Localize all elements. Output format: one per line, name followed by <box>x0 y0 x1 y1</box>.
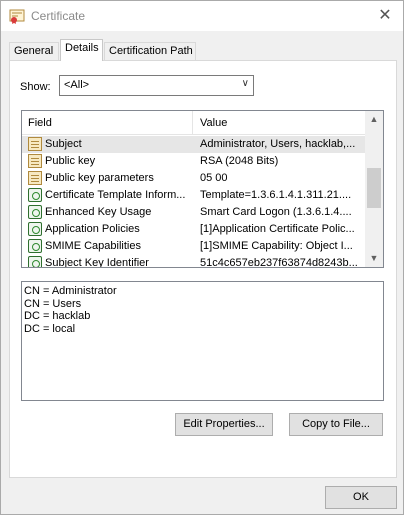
copy-to-file-button[interactable]: Copy to File... <box>289 413 383 436</box>
row-field: Subject <box>45 138 82 150</box>
list-row[interactable]: SMIME Capabilities [1]SMIME Capability: … <box>22 238 365 255</box>
details-panel: Show: <All> ∨ Field Value Subject Admini… <box>9 60 397 478</box>
row-field: SMIME Capabilities <box>45 240 141 252</box>
scroll-up-icon[interactable]: ▲ <box>365 111 383 128</box>
edit-properties-button[interactable]: Edit Properties... <box>175 413 273 436</box>
extension-icon <box>28 222 42 236</box>
scroll-down-icon[interactable]: ▼ <box>365 250 383 267</box>
window-title: Certificate <box>31 9 86 23</box>
row-value: Smart Card Logon (1.3.6.1.4.... <box>200 206 352 218</box>
fields-list[interactable]: Field Value Subject Administrator, Users… <box>21 110 384 268</box>
extension-icon <box>28 205 42 219</box>
tab-general[interactable]: General <box>9 42 59 61</box>
list-row[interactable]: Public key RSA (2048 Bits) <box>22 153 365 170</box>
list-row[interactable]: Certificate Template Inform... Template=… <box>22 187 365 204</box>
detail-line: CN = Users <box>24 297 82 310</box>
certificate-field-icon <box>28 137 42 151</box>
list-rows: Subject Administrator, Users, hacklab,..… <box>22 136 365 267</box>
row-field: Public key parameters <box>45 172 154 184</box>
row-value: RSA (2048 Bits) <box>200 155 279 167</box>
list-scrollbar[interactable]: ▲ ▼ <box>365 111 383 267</box>
detail-line: DC = hacklab <box>24 310 91 322</box>
show-label: Show: <box>20 81 51 93</box>
ok-button[interactable]: OK <box>325 486 397 509</box>
list-header: Field Value <box>22 111 365 135</box>
title-bar: Certificate ✕ <box>1 1 403 31</box>
row-value: [1]SMIME Capability: Object I... <box>200 240 353 252</box>
tab-details[interactable]: Details <box>60 39 103 61</box>
row-field: Subject Key Identifier <box>45 257 149 267</box>
certificate-window: Certificate ✕ General Details Certificat… <box>0 0 404 515</box>
list-row[interactable]: Application Policies [1]Application Cert… <box>22 221 365 238</box>
list-row[interactable]: Enhanced Key Usage Smart Card Logon (1.3… <box>22 204 365 221</box>
row-field: Certificate Template Inform... <box>45 189 186 201</box>
list-row[interactable]: Subject Administrator, Users, hacklab,..… <box>22 136 365 153</box>
list-row[interactable]: Subject Key Identifier 51c4c657eb237f638… <box>22 255 365 267</box>
row-field: Public key <box>45 155 96 167</box>
tab-certification-path[interactable]: Certification Path <box>104 42 196 61</box>
row-value: 05 00 <box>200 172 228 184</box>
scrollbar-thumb[interactable] <box>367 168 381 208</box>
certificate-icon <box>9 9 25 24</box>
close-icon[interactable]: ✕ <box>373 5 397 27</box>
chevron-down-icon: ∨ <box>241 78 249 89</box>
row-value: 51c4c657eb237f63874d8243b... <box>200 257 358 267</box>
column-header-value[interactable]: Value <box>194 111 364 135</box>
extension-icon <box>28 188 42 202</box>
row-value: [1]Application Certificate Polic... <box>200 223 355 235</box>
show-dropdown[interactable]: <All> ∨ <box>59 75 254 96</box>
row-field: Application Policies <box>45 223 140 235</box>
extension-icon <box>28 256 42 267</box>
row-value: Administrator, Users, hacklab,... <box>200 138 356 150</box>
detail-line: CN = Administrator <box>24 285 117 297</box>
column-header-field[interactable]: Field <box>22 111 193 135</box>
row-field: Enhanced Key Usage <box>45 206 152 218</box>
field-detail-box[interactable]: CN = Administrator CN = Users DC = hackl… <box>21 281 384 401</box>
certificate-field-icon <box>28 154 42 168</box>
extension-icon <box>28 239 42 253</box>
detail-line: DC = local <box>24 322 76 335</box>
show-dropdown-value: <All> <box>64 79 90 91</box>
row-value: Template=1.3.6.1.4.1.311.21.... <box>200 189 352 201</box>
certificate-field-icon <box>28 171 42 185</box>
list-row[interactable]: Public key parameters 05 00 <box>22 170 365 187</box>
